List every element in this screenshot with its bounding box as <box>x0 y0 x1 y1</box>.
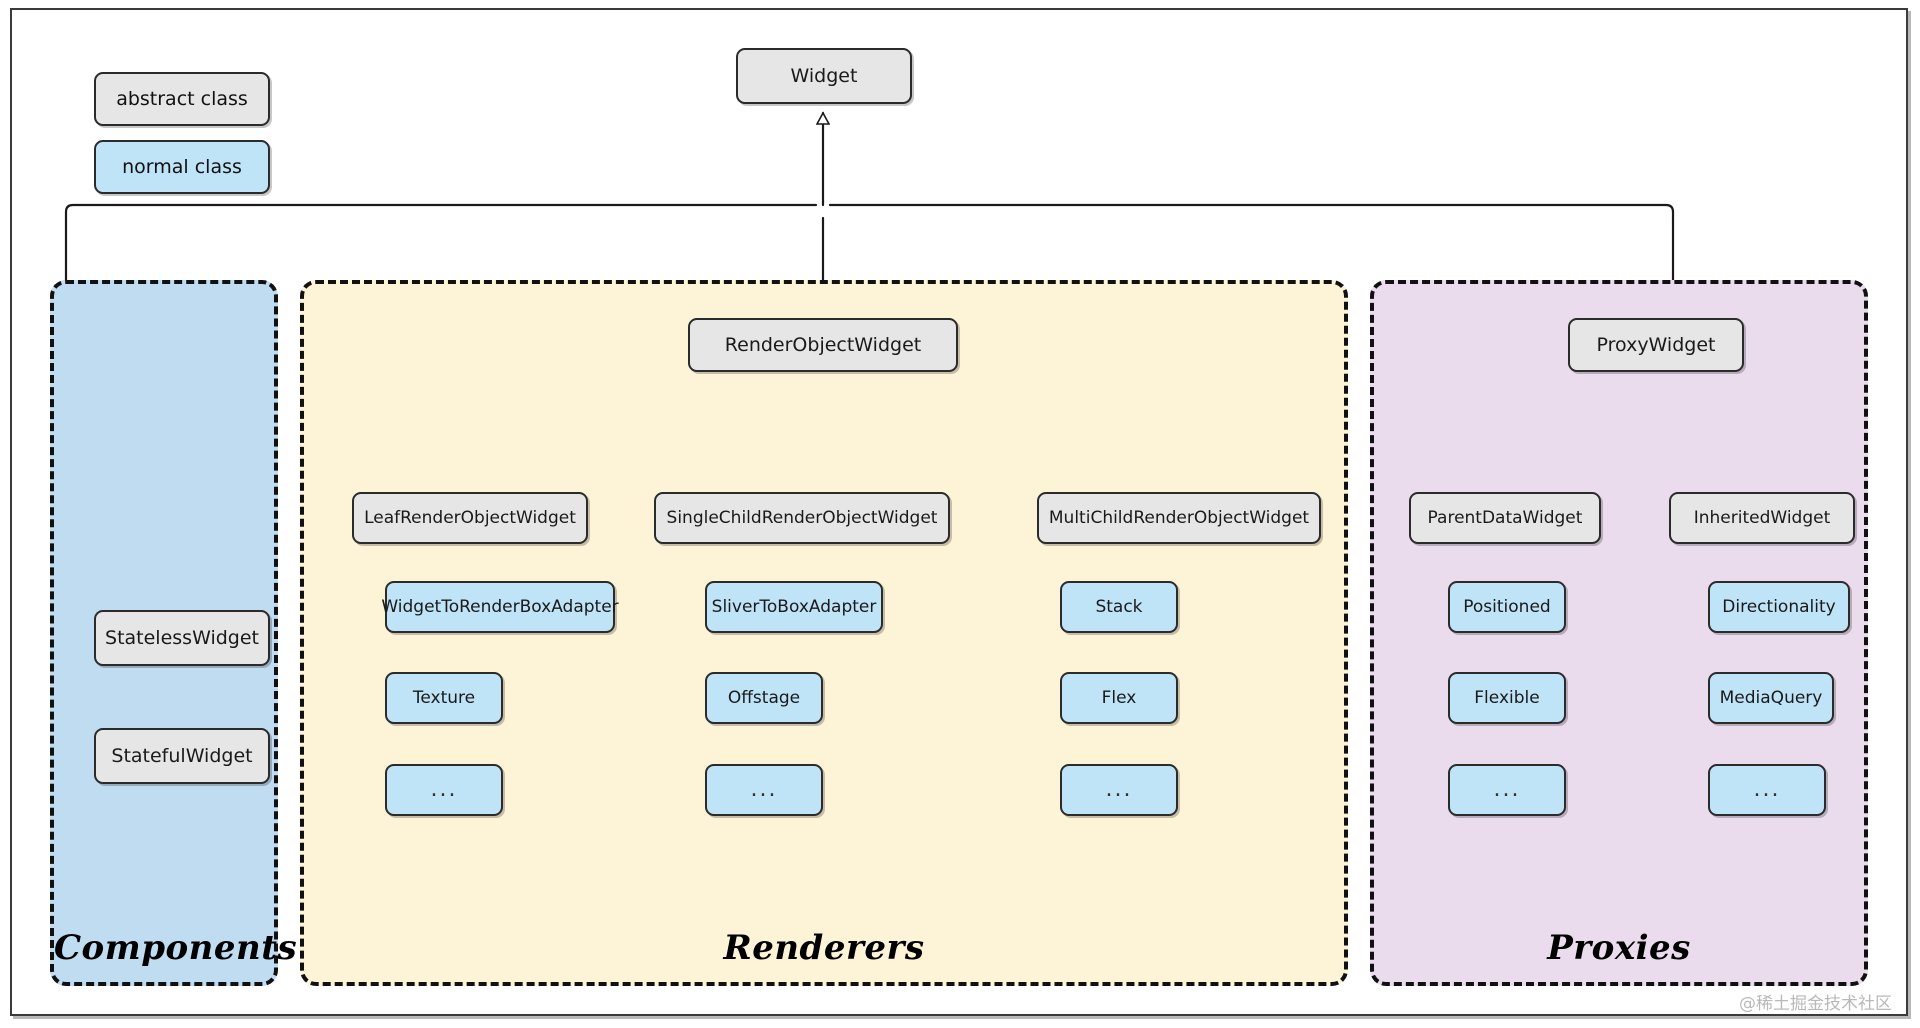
node-label: MultiChildRenderObjectWidget <box>1048 507 1310 528</box>
node-multichildrenderobjectwidget[interactable]: MultiChildRenderObjectWidget <box>1037 492 1321 544</box>
node-label: MediaQuery <box>1719 687 1823 708</box>
node-label: WidgetToRenderBoxAdapter <box>381 596 619 617</box>
node-flex[interactable]: Flex <box>1060 672 1178 724</box>
node-label: ... <box>1753 776 1781 802</box>
node-offstage[interactable]: Offstage <box>705 672 823 724</box>
node-label: StatefulWidget <box>111 744 253 767</box>
section-title-renderers: Renderers <box>723 928 925 968</box>
node-slivertoboxadapter[interactable]: SliverToBoxAdapter <box>705 581 883 633</box>
legend-normal-label: normal class <box>122 156 242 178</box>
watermark: @稀土掘金技术社区 <box>1739 994 1892 1014</box>
node-directionality[interactable]: Directionality <box>1708 581 1850 633</box>
node-widgettorenderboxadapter[interactable]: WidgetToRenderBoxAdapter <box>381 581 619 633</box>
node-statefulwidget[interactable]: StatefulWidget <box>94 728 270 784</box>
node-flexible[interactable]: Flexible <box>1448 672 1566 724</box>
diagram-canvas: abstract class normal class Widget Compo… <box>0 0 1920 1028</box>
node-texture[interactable]: Texture <box>385 672 503 724</box>
legend-normal-class: normal class <box>94 140 270 194</box>
section-proxies: Proxies <box>1370 280 1868 986</box>
node-label: Flex <box>1101 687 1137 708</box>
node-leaf-more[interactable]: ... <box>385 764 503 816</box>
node-label: Widget <box>790 64 858 87</box>
node-multichild-more[interactable]: ... <box>1060 764 1178 816</box>
node-inheritedwidget[interactable]: InheritedWidget <box>1669 492 1855 544</box>
section-renderers: Renderers <box>300 280 1348 986</box>
node-label: SliverToBoxAdapter <box>711 596 877 617</box>
node-statelesswidget[interactable]: StatelessWidget <box>94 610 270 666</box>
node-label: SingleChildRenderObjectWidget <box>666 507 938 528</box>
node-singlechild-more[interactable]: ... <box>705 764 823 816</box>
node-label: ... <box>1493 776 1521 802</box>
node-label: Directionality <box>1722 596 1836 617</box>
node-parentdata-more[interactable]: ... <box>1448 764 1566 816</box>
node-renderobjectwidget[interactable]: RenderObjectWidget <box>688 318 958 372</box>
node-label: ... <box>750 776 778 802</box>
node-label: Stack <box>1095 596 1143 617</box>
node-label: Texture <box>412 687 476 708</box>
node-singlechildrenderobjectwidget[interactable]: SingleChildRenderObjectWidget <box>654 492 950 544</box>
legend-abstract-label: abstract class <box>116 88 248 110</box>
node-label: LeafRenderObjectWidget <box>364 507 576 528</box>
section-title-proxies: Proxies <box>1547 928 1691 968</box>
node-label: Flexible <box>1474 687 1540 708</box>
node-label: InheritedWidget <box>1693 507 1831 528</box>
section-title-components: Components <box>54 928 298 968</box>
node-leafrenderobjectwidget[interactable]: LeafRenderObjectWidget <box>352 492 588 544</box>
node-stack[interactable]: Stack <box>1060 581 1178 633</box>
node-label: Positioned <box>1463 596 1551 617</box>
node-parentdatawidget[interactable]: ParentDataWidget <box>1409 492 1601 544</box>
node-widget[interactable]: Widget <box>736 48 912 104</box>
node-label: StatelessWidget <box>105 626 259 649</box>
node-proxywidget[interactable]: ProxyWidget <box>1568 318 1744 372</box>
node-label: ParentDataWidget <box>1427 507 1583 528</box>
node-label: RenderObjectWidget <box>724 333 922 356</box>
node-inherited-more[interactable]: ... <box>1708 764 1826 816</box>
legend-abstract-class: abstract class <box>94 72 270 126</box>
node-mediaquery[interactable]: MediaQuery <box>1708 672 1834 724</box>
node-label: Offstage <box>727 687 801 708</box>
node-label: ... <box>430 776 458 802</box>
node-label: ... <box>1105 776 1133 802</box>
node-label: ProxyWidget <box>1596 333 1716 356</box>
node-positioned[interactable]: Positioned <box>1448 581 1566 633</box>
